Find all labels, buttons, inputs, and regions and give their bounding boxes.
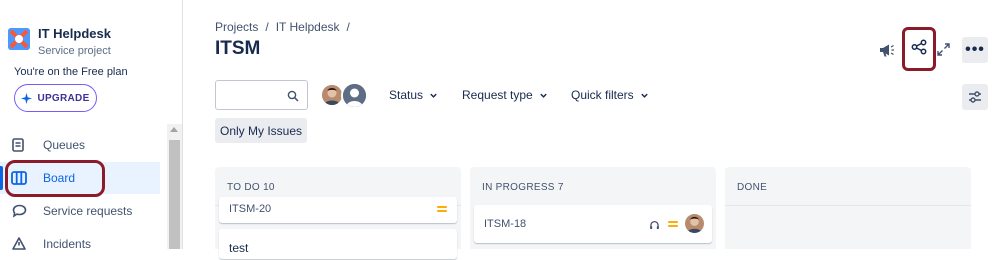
- project-type: Service project: [38, 45, 111, 57]
- status-filter-label: Status: [389, 88, 424, 102]
- service-requests-icon: [10, 202, 28, 220]
- more-actions-button[interactable]: •••: [962, 37, 988, 63]
- megaphone-icon: [879, 44, 894, 56]
- sidebar-item-label: Service requests: [43, 204, 133, 218]
- search-input[interactable]: [215, 80, 308, 110]
- chevron-down-icon: [540, 93, 547, 98]
- upgrade-button[interactable]: UPGRADE: [14, 84, 97, 112]
- breadcrumb: Projects / IT Helpdesk /: [215, 20, 350, 34]
- issue-key: ITSM-20: [229, 203, 272, 215]
- only-my-issues-button[interactable]: Only My Issues: [215, 118, 307, 143]
- project-name: IT Helpdesk: [38, 26, 111, 41]
- column-header: IN PROGRESS 7: [482, 182, 564, 193]
- queues-icon: [10, 136, 28, 154]
- column-header: TO DO 10: [227, 182, 275, 193]
- status-filter-dropdown[interactable]: Status: [389, 88, 438, 102]
- chevron-down-icon: [430, 93, 437, 98]
- sparkle-icon: [21, 92, 33, 104]
- sidebar-item-service-requests[interactable]: Service requests: [0, 195, 160, 227]
- scroll-up-arrow-icon[interactable]: [170, 127, 178, 132]
- free-plan-text: You're on the Free plan: [14, 66, 128, 78]
- issue-card[interactable]: test: [219, 229, 457, 259]
- breadcrumb-separator: /: [346, 20, 350, 34]
- request-type-filter-dropdown[interactable]: Request type: [462, 88, 548, 102]
- share-highlight-annotation: [902, 27, 936, 71]
- issue-card[interactable]: ITSM-18: [474, 205, 712, 243]
- headset-icon: [649, 218, 660, 236]
- assignee-avatar-unassigned[interactable]: [341, 82, 368, 109]
- issue-card[interactable]: ITSM-20: [219, 197, 457, 223]
- quick-filters-label: Quick filters: [571, 88, 634, 102]
- breadcrumb-projects[interactable]: Projects: [215, 20, 258, 34]
- upgrade-label: UPGRADE: [37, 92, 90, 104]
- search-icon: [287, 89, 299, 107]
- fullscreen-button[interactable]: [935, 41, 951, 57]
- chevron-down-icon: [640, 93, 648, 98]
- column-header: DONE: [737, 182, 768, 193]
- more-icon: •••: [965, 41, 985, 58]
- incidents-icon: [10, 235, 28, 253]
- board-column-done: DONE: [725, 167, 971, 249]
- sidebar-item-queues[interactable]: Queues: [0, 129, 160, 161]
- page-title: ITSM: [215, 38, 261, 59]
- project-logo-icon: [8, 28, 30, 50]
- board-highlight-annotation: [5, 160, 105, 197]
- sidebar-item-incidents[interactable]: Incidents: [0, 228, 160, 260]
- priority-medium-icon: [437, 205, 447, 213]
- board-column-todo: TO DO 10 ITSM-20 test: [215, 167, 461, 259]
- sliders-icon: [969, 91, 981, 103]
- sidebar-item-label: Queues: [43, 138, 86, 152]
- request-type-filter-label: Request type: [462, 88, 533, 102]
- assignee-avatar[interactable]: [685, 214, 704, 233]
- breadcrumb-separator: /: [265, 20, 269, 34]
- sidebar: IT Helpdesk Service project You're on th…: [0, 0, 183, 251]
- issue-summary: test: [229, 241, 249, 255]
- breadcrumb-it-helpdesk[interactable]: IT Helpdesk: [276, 20, 340, 34]
- column-divider: [725, 205, 971, 206]
- project-header[interactable]: IT Helpdesk Service project: [8, 26, 111, 58]
- expand-icon: [936, 42, 950, 56]
- priority-medium-icon: [668, 220, 678, 228]
- quick-filters-dropdown[interactable]: Quick filters: [571, 88, 649, 102]
- board-column-in-progress: IN PROGRESS 7 ITSM-18: [470, 167, 716, 249]
- view-settings-button[interactable]: [962, 84, 988, 110]
- sidebar-scroll-thumb[interactable]: [169, 140, 180, 249]
- issue-key: ITSM-18: [484, 218, 527, 230]
- announcement-button[interactable]: [876, 40, 896, 60]
